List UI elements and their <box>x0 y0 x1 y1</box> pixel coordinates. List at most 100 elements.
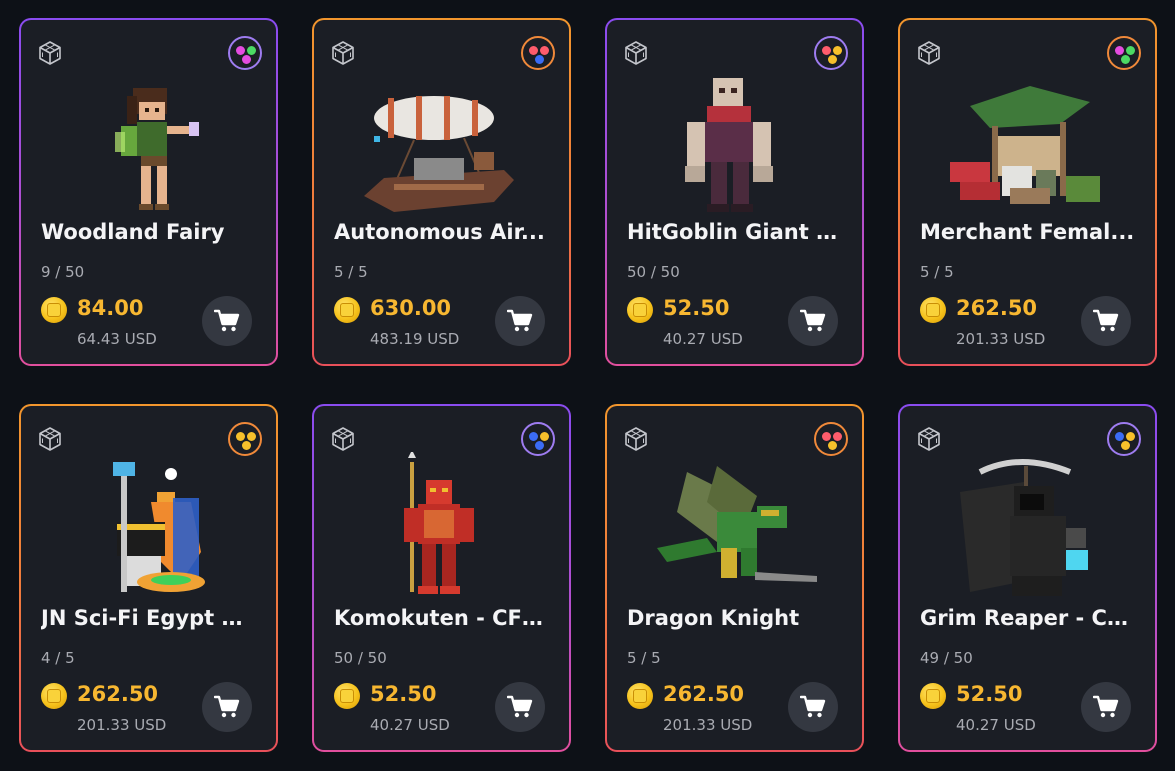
badge-dot <box>833 432 842 441</box>
badge-dot <box>247 46 256 55</box>
coin-icon <box>627 683 653 709</box>
add-to-cart-button[interactable] <box>495 682 545 732</box>
product-card-5[interactable]: Komokuten - CF ... 50 / 50 52.50 40.27 U… <box>312 404 571 752</box>
product-preview-warrior <box>404 452 474 594</box>
rarity-badge-icon <box>228 36 262 70</box>
badge-dot <box>827 441 837 450</box>
add-to-cart-button[interactable] <box>202 296 252 346</box>
stock-count: 49 / 50 <box>920 649 973 667</box>
add-to-cart-button[interactable] <box>1081 682 1131 732</box>
price-coins: 52.50 <box>956 682 1023 706</box>
badge-dot <box>247 432 256 441</box>
stock-count: 5 / 5 <box>920 263 954 281</box>
product-title: Komokuten - CF ... <box>334 606 549 630</box>
product-title: Dragon Knight <box>627 606 800 630</box>
rarity-badge-icon <box>228 422 262 456</box>
badge-dot <box>529 432 538 441</box>
rarity-badge-icon <box>521 36 555 70</box>
badge-dot <box>1120 441 1130 450</box>
3d-cube-icon <box>332 427 354 451</box>
product-title: JN Sci-Fi Egypt C... <box>41 606 256 630</box>
product-preview-giant <box>685 78 773 212</box>
price-usd: 64.43 USD <box>77 330 157 348</box>
rarity-badge-icon <box>1107 422 1141 456</box>
3d-cube-icon <box>625 41 647 65</box>
3d-cube-icon <box>39 41 61 65</box>
badge-dot <box>241 55 251 64</box>
rarity-badge-icon <box>1107 36 1141 70</box>
product-card-3[interactable]: Merchant Femal... 5 / 5 262.50 201.33 US… <box>898 18 1157 366</box>
product-preview-dragon <box>657 466 817 582</box>
cart-icon <box>214 695 240 718</box>
card-body: JN Sci-Fi Egypt C... 4 / 5 262.50 201.33… <box>21 406 276 750</box>
3d-cube-icon <box>918 41 940 65</box>
rarity-badge-icon <box>814 36 848 70</box>
stock-count: 4 / 5 <box>41 649 75 667</box>
price-coins: 262.50 <box>77 682 159 706</box>
stock-count: 50 / 50 <box>334 649 387 667</box>
card-body: Merchant Femal... 5 / 5 262.50 201.33 US… <box>900 20 1155 364</box>
card-body: Dragon Knight 5 / 5 262.50 201.33 USD <box>607 406 862 750</box>
3d-cube-icon <box>332 41 354 65</box>
stock-count: 5 / 5 <box>334 263 368 281</box>
badge-dot <box>540 432 549 441</box>
card-body: HitGoblin Giant - ... 50 / 50 52.50 40.2… <box>607 20 862 364</box>
price-coins: 84.00 <box>77 296 144 320</box>
badge-dot <box>1115 46 1124 55</box>
badge-dot <box>241 441 251 450</box>
add-to-cart-button[interactable] <box>495 296 545 346</box>
badge-dot <box>529 46 538 55</box>
price-coins: 52.50 <box>370 682 437 706</box>
card-body: Komokuten - CF ... 50 / 50 52.50 40.27 U… <box>314 406 569 750</box>
product-preview-egypt <box>113 462 205 592</box>
product-card-4[interactable]: JN Sci-Fi Egypt C... 4 / 5 262.50 201.33… <box>19 404 278 752</box>
add-to-cart-button[interactable] <box>788 296 838 346</box>
product-title: HitGoblin Giant - ... <box>627 220 842 244</box>
card-body: Grim Reaper - CF... 49 / 50 52.50 40.27 … <box>900 406 1155 750</box>
badge-dot <box>833 46 842 55</box>
price-usd: 40.27 USD <box>956 716 1036 734</box>
price-usd: 40.27 USD <box>663 330 743 348</box>
rarity-badge-icon <box>814 422 848 456</box>
product-card-2[interactable]: HitGoblin Giant - ... 50 / 50 52.50 40.2… <box>605 18 864 366</box>
cart-icon <box>1093 695 1119 718</box>
product-preview-merchant <box>950 86 1100 204</box>
price-coins: 52.50 <box>663 296 730 320</box>
cart-icon <box>800 309 826 332</box>
product-card-7[interactable]: Grim Reaper - CF... 49 / 50 52.50 40.27 … <box>898 404 1157 752</box>
add-to-cart-button[interactable] <box>202 682 252 732</box>
add-to-cart-button[interactable] <box>788 682 838 732</box>
price-coins: 262.50 <box>663 682 745 706</box>
price-usd: 201.33 USD <box>956 330 1046 348</box>
product-preview-reaper <box>960 459 1088 596</box>
product-card-1[interactable]: Autonomous Air... 5 / 5 630.00 483.19 US… <box>312 18 571 366</box>
stock-count: 9 / 50 <box>41 263 85 281</box>
rarity-badge-icon <box>521 422 555 456</box>
cart-icon <box>214 309 240 332</box>
coin-icon <box>920 683 946 709</box>
product-title: Grim Reaper - CF... <box>920 606 1135 630</box>
product-card-0[interactable]: Woodland Fairy 9 / 50 84.00 64.43 USD <box>19 18 278 366</box>
badge-dot <box>236 432 245 441</box>
3d-cube-icon <box>918 427 940 451</box>
badge-dot <box>1126 432 1135 441</box>
coin-icon <box>41 297 67 323</box>
cart-icon <box>507 695 533 718</box>
badge-dot <box>534 441 544 450</box>
coin-icon <box>334 683 360 709</box>
badge-dot <box>1126 46 1135 55</box>
price-coins: 630.00 <box>370 296 452 320</box>
product-title: Merchant Femal... <box>920 220 1135 244</box>
stock-count: 50 / 50 <box>627 263 680 281</box>
price-usd: 201.33 USD <box>77 716 167 734</box>
stock-count: 5 / 5 <box>627 649 661 667</box>
add-to-cart-button[interactable] <box>1081 296 1131 346</box>
product-title: Woodland Fairy <box>41 220 225 244</box>
cart-icon <box>1093 309 1119 332</box>
coin-icon <box>920 297 946 323</box>
price-usd: 201.33 USD <box>663 716 753 734</box>
card-body: Autonomous Air... 5 / 5 630.00 483.19 US… <box>314 20 569 364</box>
cart-icon <box>507 309 533 332</box>
3d-cube-icon <box>625 427 647 451</box>
product-card-6[interactable]: Dragon Knight 5 / 5 262.50 201.33 USD <box>605 404 864 752</box>
